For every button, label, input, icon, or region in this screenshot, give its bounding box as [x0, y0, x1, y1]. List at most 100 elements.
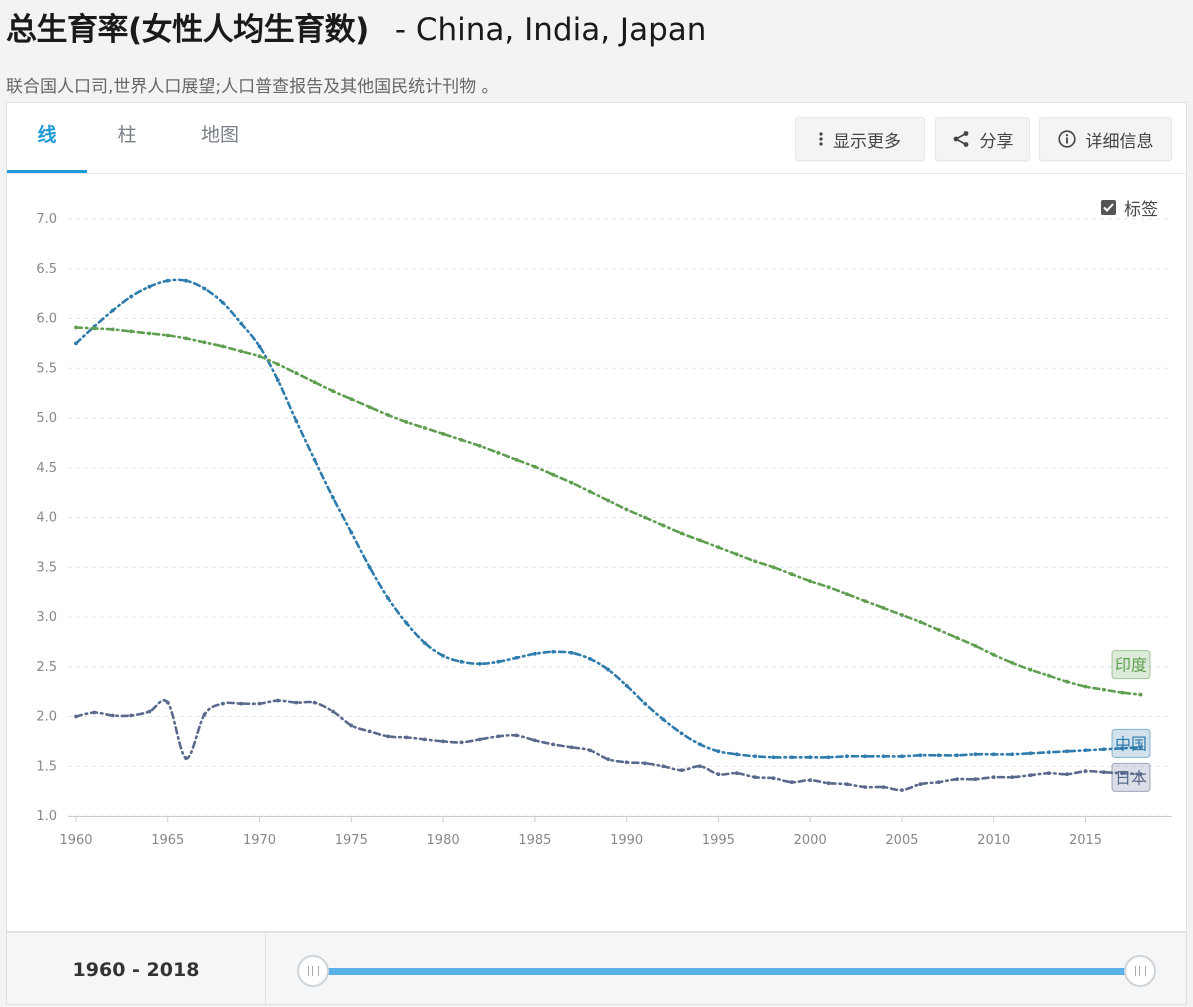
data-point — [845, 782, 849, 787]
data-point — [533, 651, 537, 656]
data-point — [129, 329, 134, 334]
data-point — [477, 661, 482, 666]
data-point — [955, 753, 959, 758]
data-point — [386, 734, 390, 739]
data-point — [239, 701, 244, 706]
series-line-0 — [74, 278, 1142, 759]
data-point — [349, 530, 354, 535]
data-point — [294, 371, 299, 376]
range-label: 1960 - 2018 — [7, 933, 266, 1004]
data-point — [991, 775, 996, 780]
data-point — [1138, 692, 1143, 697]
x-tick-label: 1985 — [518, 833, 551, 848]
data-point — [955, 636, 959, 640]
data-point — [459, 438, 464, 442]
data-point — [863, 785, 868, 789]
x-tick-label: 2000 — [794, 833, 827, 848]
data-point — [477, 737, 482, 742]
data-point — [698, 742, 702, 747]
data-point — [643, 761, 647, 766]
data-point — [220, 300, 225, 305]
data-point — [386, 596, 390, 600]
grip-icon — [307, 966, 319, 976]
data-point — [955, 777, 959, 782]
data-point — [845, 592, 849, 596]
data-point — [753, 754, 757, 759]
data-point — [808, 778, 813, 783]
data-point — [92, 326, 97, 331]
data-point — [74, 325, 78, 330]
data-point — [202, 340, 207, 345]
data-point — [257, 344, 262, 349]
data-point — [698, 538, 702, 543]
data-point — [900, 754, 904, 759]
data-point — [569, 650, 574, 655]
data-point — [312, 457, 317, 462]
data-point — [734, 552, 739, 557]
data-point — [459, 659, 464, 664]
x-tick-label: 1995 — [702, 833, 735, 848]
data-point — [716, 749, 721, 754]
data-point — [881, 754, 886, 759]
data-point — [74, 714, 78, 719]
y-tick-label: 4.0 — [36, 511, 57, 526]
data-point — [1046, 673, 1051, 678]
x-tick-label: 1980 — [427, 833, 460, 848]
data-point — [129, 294, 134, 299]
data-point — [349, 723, 354, 728]
data-point — [1010, 775, 1014, 780]
x-tick-label: 2005 — [885, 833, 918, 848]
data-point — [294, 419, 299, 423]
data-point — [551, 472, 556, 477]
data-point — [184, 336, 189, 341]
data-point — [1102, 747, 1106, 752]
data-point — [1065, 679, 1069, 684]
data-point — [331, 709, 335, 714]
data-point — [459, 740, 464, 745]
data-point — [808, 755, 813, 760]
data-point — [404, 735, 409, 740]
data-point — [1102, 687, 1106, 692]
y-tick-label: 5.5 — [36, 361, 57, 376]
data-point — [129, 713, 134, 718]
data-point — [918, 753, 923, 758]
range-slider-track[interactable] — [315, 968, 1137, 975]
data-point — [679, 531, 684, 536]
data-point — [588, 489, 592, 494]
data-point — [918, 620, 923, 624]
data-point — [386, 413, 390, 417]
data-point — [294, 700, 299, 705]
data-point — [624, 507, 629, 512]
data-point — [239, 349, 244, 354]
series-end-label: 日本 — [1115, 768, 1147, 787]
data-point — [588, 748, 592, 753]
range-end-handle[interactable] — [1124, 955, 1156, 987]
data-point — [422, 426, 427, 430]
data-point — [441, 432, 445, 436]
data-point — [496, 734, 501, 739]
data-point — [165, 700, 170, 705]
data-point — [110, 713, 115, 718]
data-point — [257, 354, 262, 359]
data-point — [569, 480, 574, 485]
data-point — [771, 755, 776, 760]
x-tick-label: 1960 — [59, 833, 92, 848]
data-point — [533, 738, 537, 743]
data-point — [826, 755, 831, 760]
data-point — [331, 389, 335, 393]
data-point — [661, 717, 666, 722]
data-point — [110, 308, 115, 313]
data-point — [771, 565, 776, 570]
data-point — [881, 606, 886, 610]
data-point — [1028, 667, 1033, 672]
grip-icon — [1134, 966, 1146, 976]
series-end-label: 中国 — [1115, 734, 1147, 753]
data-point — [936, 780, 941, 785]
data-point — [165, 333, 170, 338]
range-start-handle[interactable] — [297, 955, 329, 987]
x-tick-label: 1975 — [335, 833, 368, 848]
data-point — [789, 780, 794, 785]
data-point — [789, 755, 794, 760]
data-point — [551, 742, 556, 747]
data-point — [661, 523, 666, 528]
